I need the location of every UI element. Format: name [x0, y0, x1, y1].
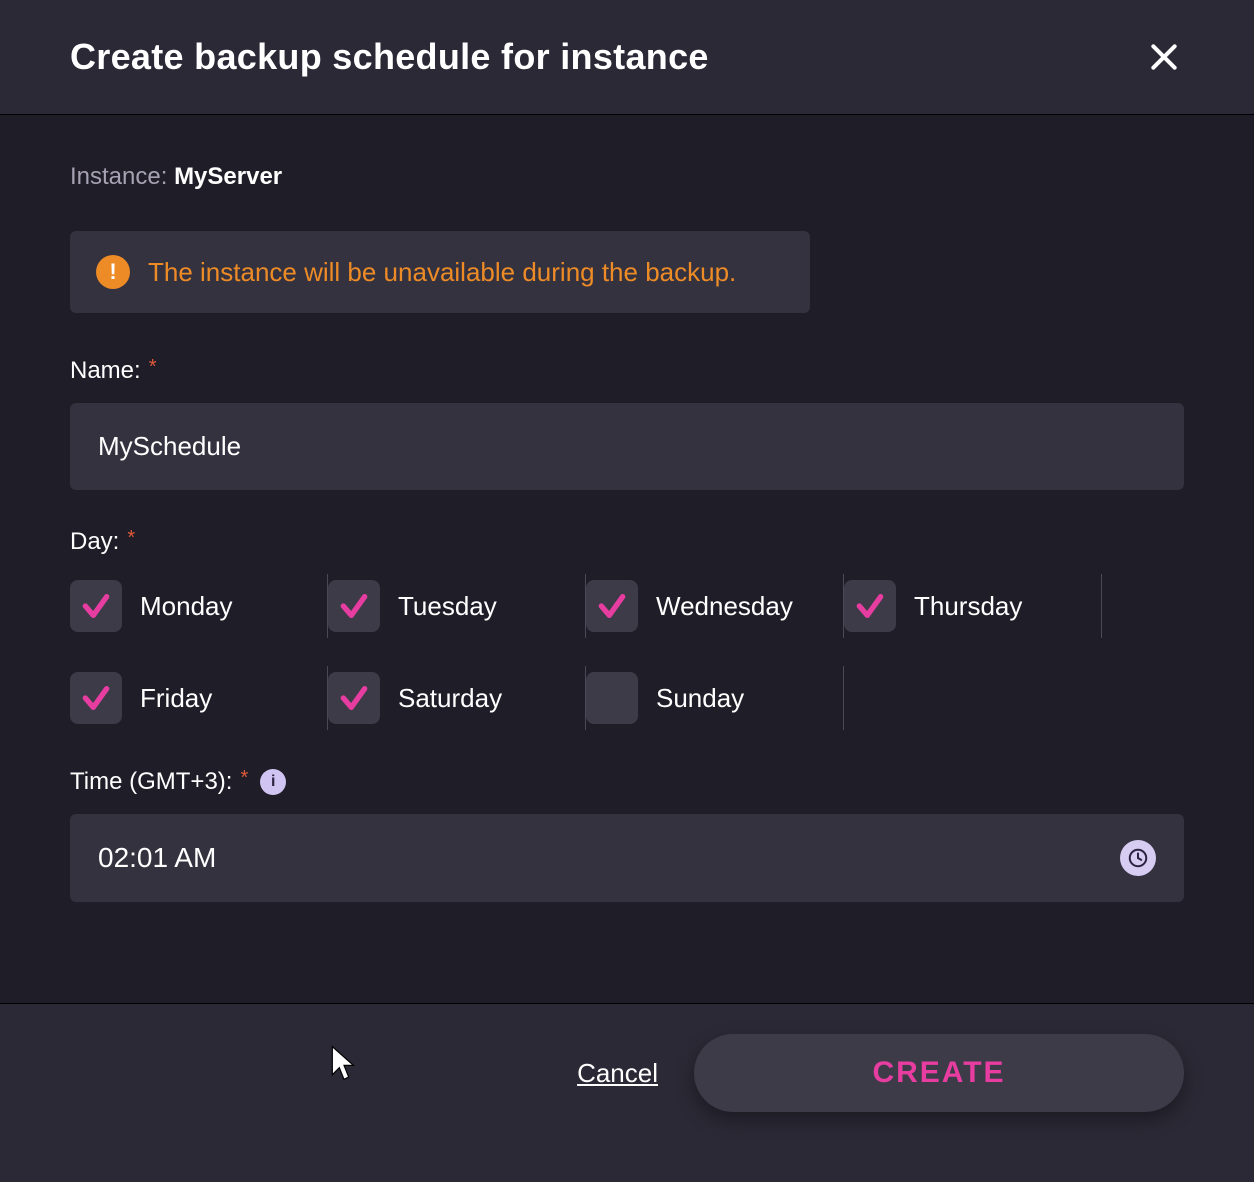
day-label: Monday	[140, 591, 233, 622]
day-checkbox-wednesday[interactable]	[586, 580, 638, 632]
day-checkbox-sunday[interactable]	[586, 672, 638, 724]
day-cell-wednesday: Wednesday	[586, 574, 844, 638]
modal-body: Instance: MyServer ! The instance will b…	[0, 115, 1254, 1003]
required-asterisk: *	[240, 767, 248, 790]
day-checkbox-monday[interactable]	[70, 580, 122, 632]
instance-name: MyServer	[174, 163, 282, 190]
modal-title: Create backup schedule for instance	[70, 36, 709, 78]
day-cell-tuesday: Tuesday	[328, 574, 586, 638]
day-cell-saturday: Saturday	[328, 666, 586, 730]
create-button[interactable]: CREATE	[694, 1034, 1184, 1112]
day-checkbox-tuesday[interactable]	[328, 580, 380, 632]
day-label: Tuesday	[398, 591, 497, 622]
day-field-label: Day: *	[70, 528, 1184, 556]
close-button[interactable]	[1144, 37, 1184, 77]
day-label: Wednesday	[656, 591, 793, 622]
day-field: Day: * Monday Tuesday Wednesday Thursday Fri…	[70, 528, 1184, 730]
days-grid: Monday Tuesday Wednesday Thursday Friday Satu…	[70, 574, 1184, 730]
day-label: Thursday	[914, 591, 1022, 622]
day-label: Friday	[140, 683, 212, 714]
day-label: Saturday	[398, 683, 502, 714]
name-field-label: Name: *	[70, 357, 1184, 385]
create-backup-schedule-modal: Create backup schedule for instance Inst…	[0, 0, 1254, 1182]
required-asterisk: *	[127, 527, 135, 550]
time-input[interactable]: 02:01 AM	[70, 814, 1184, 902]
warning-icon: !	[96, 255, 130, 289]
close-icon	[1148, 41, 1180, 73]
time-field-label: Time (GMT+3): * i	[70, 768, 1184, 796]
cancel-button[interactable]: Cancel	[577, 1058, 658, 1089]
mouse-cursor-icon	[330, 1044, 358, 1082]
required-asterisk: *	[149, 356, 157, 379]
clock-icon	[1120, 840, 1156, 876]
modal-footer: Cancel CREATE	[0, 1003, 1254, 1182]
modal-header: Create backup schedule for instance	[0, 0, 1254, 115]
day-cell-sunday: Sunday	[586, 666, 844, 730]
day-cell-thursday: Thursday	[844, 574, 1102, 638]
day-label: Sunday	[656, 683, 744, 714]
day-cell-friday: Friday	[70, 666, 328, 730]
name-field: Name: *	[70, 357, 1184, 490]
day-checkbox-thursday[interactable]	[844, 580, 896, 632]
warning-text: The instance will be unavailable during …	[148, 257, 736, 288]
warning-banner: ! The instance will be unavailable durin…	[70, 231, 810, 313]
info-icon[interactable]: i	[260, 769, 286, 795]
time-field: Time (GMT+3): * i 02:01 AM	[70, 768, 1184, 902]
time-value: 02:01 AM	[98, 842, 216, 874]
day-checkbox-friday[interactable]	[70, 672, 122, 724]
day-checkbox-saturday[interactable]	[328, 672, 380, 724]
name-input[interactable]	[70, 403, 1184, 490]
day-cell-monday: Monday	[70, 574, 328, 638]
instance-row: Instance: MyServer	[70, 163, 1184, 191]
instance-label: Instance:	[70, 163, 174, 190]
